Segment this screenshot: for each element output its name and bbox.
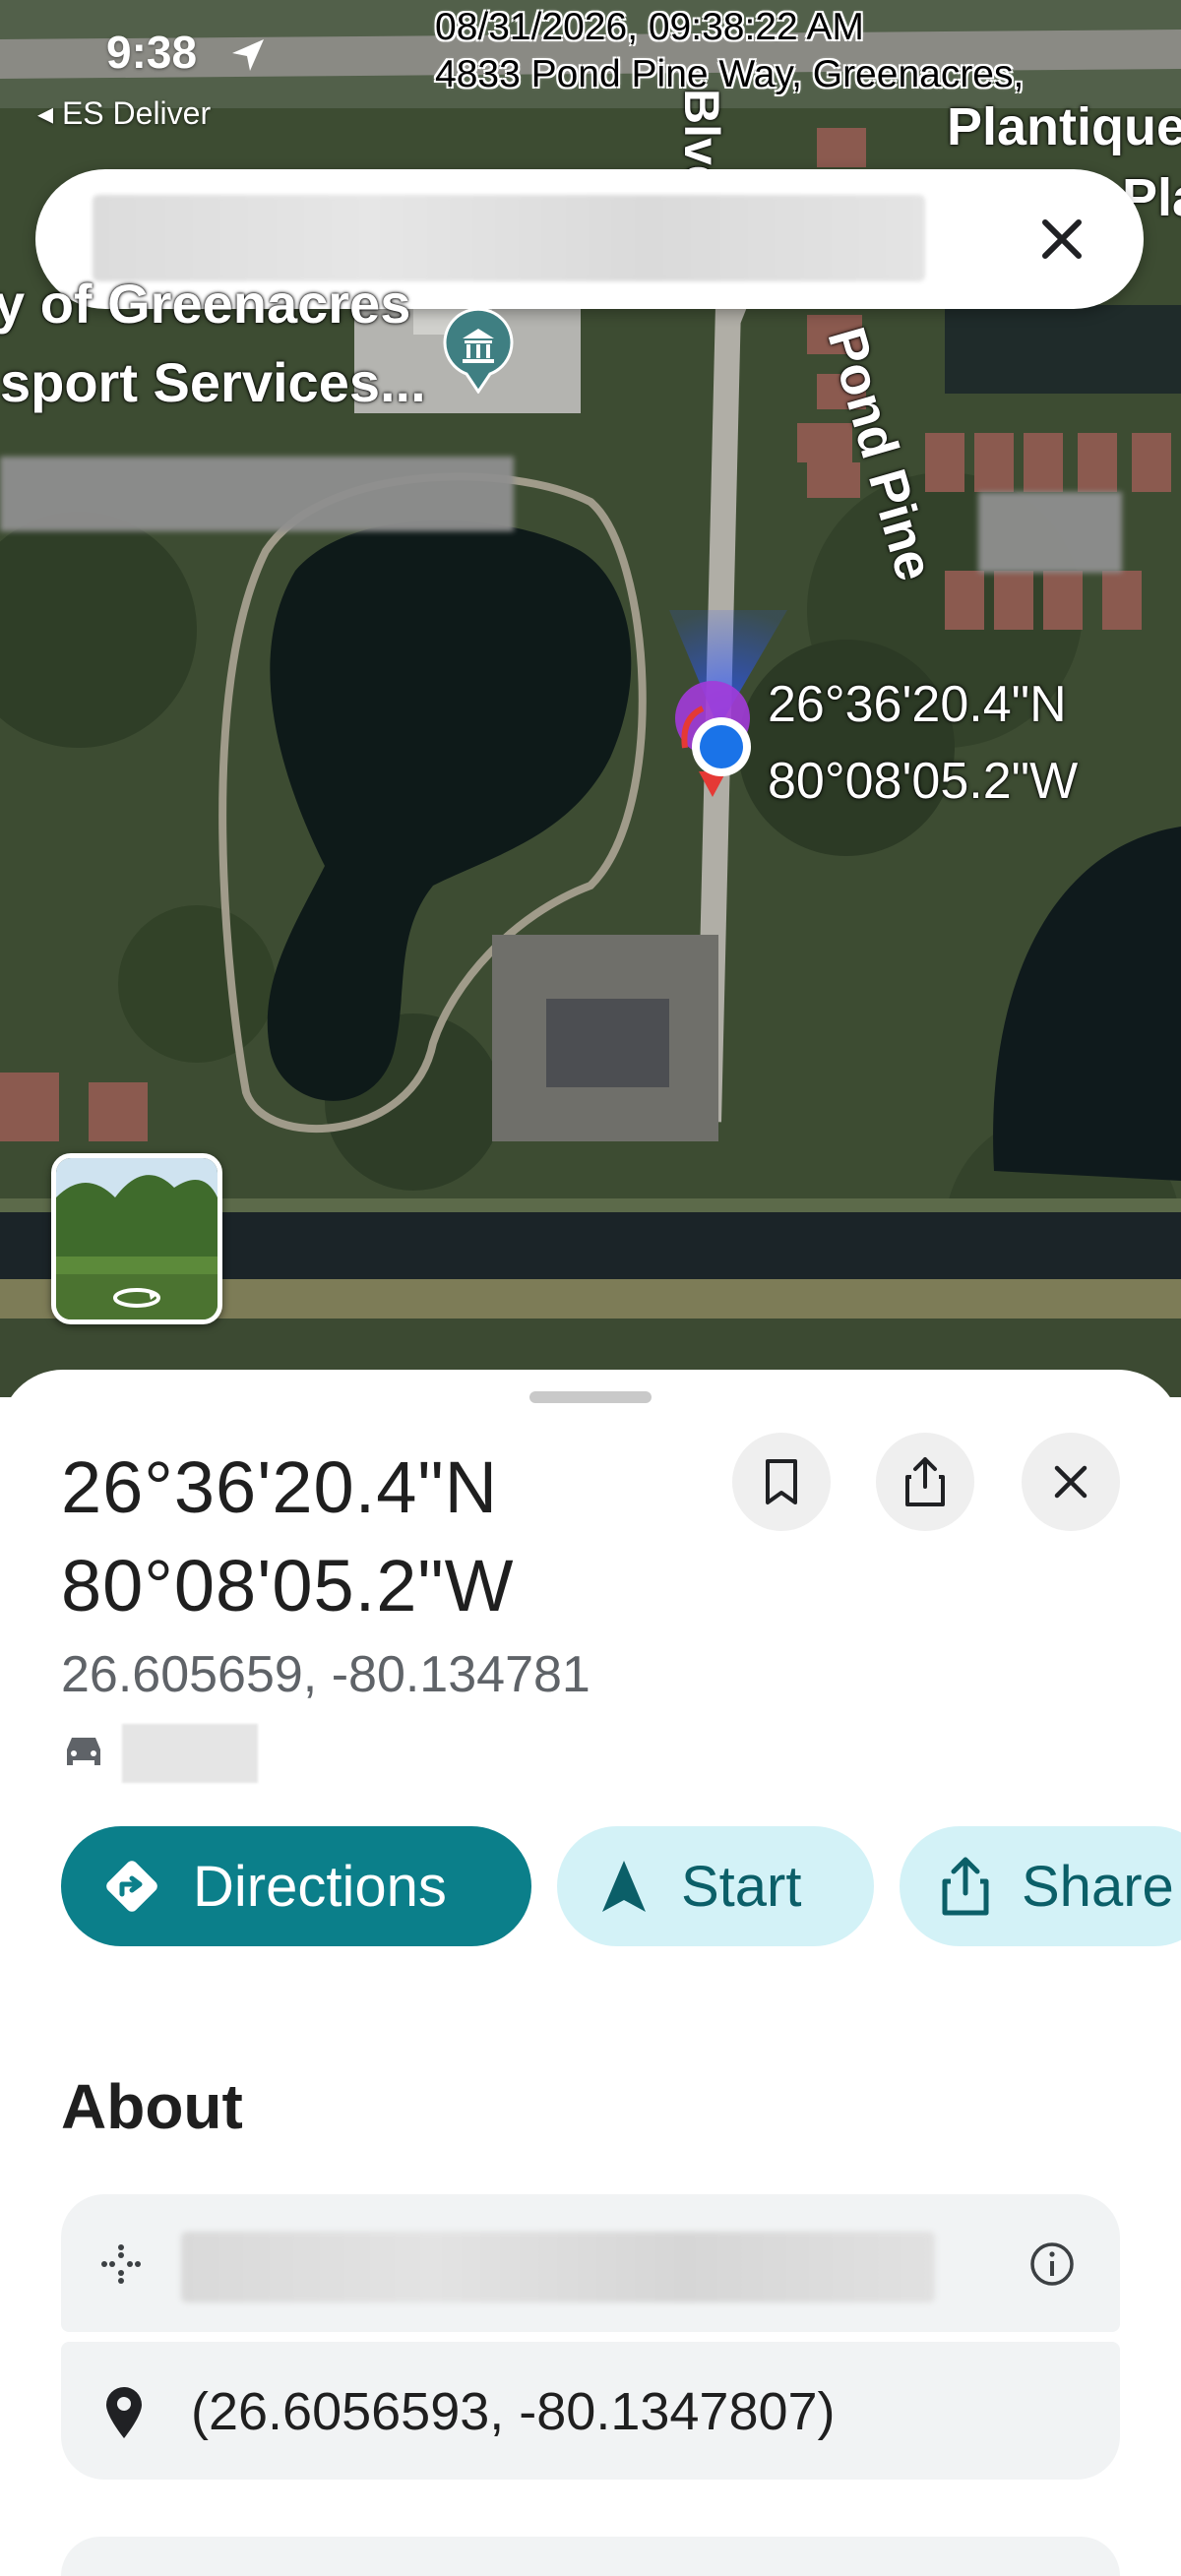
current-location-dot [692,717,751,776]
stamp-datetime: 08/31/2026, 09:38:22 AM [435,6,864,48]
search-query-redacted [93,195,925,281]
map-label-plantique: Plantique [947,97,1181,156]
street-view-thumbnail[interactable] [51,1153,222,1324]
info-icon[interactable] [1027,2239,1077,2289]
start-button[interactable]: Start [557,1826,874,1946]
redacted-map-label [0,457,514,531]
location-arrow-icon [232,39,264,71]
share-icon [905,1457,945,1506]
share-action-icon [939,1856,992,1917]
car-icon [67,1738,100,1765]
place-title: 26°36'20.4"N 80°08'05.2"W [61,1439,514,1635]
back-to-app-link[interactable]: ◂ ES Deliver [37,94,211,132]
government-building-icon[interactable] [441,309,516,394]
share-button[interactable]: Share [900,1826,1181,1946]
redacted-street-label [978,492,1122,573]
plus-code-row[interactable] [61,2194,1120,2332]
map-place-label-line2: sport Services... [0,351,426,413]
place-details-sheet[interactable]: 26°36'20.4"N 80°08'05.2"W 26.605659, -80… [0,1370,1181,2576]
drive-time-redacted [122,1724,258,1783]
share-label: Share [1022,1854,1174,1919]
plus-code-redacted [181,2232,935,2302]
pin-lon-label: 80°08'05.2"W [768,753,1079,810]
directions-button[interactable]: Directions [61,1826,531,1946]
photo-timestamp-overlay: 08/31/2026, 09:38:22 AM 4833 Pond Pine W… [435,4,1024,98]
close-sheet-button[interactable] [1022,1433,1120,1531]
about-heading: About [61,2071,243,2142]
satellite-map[interactable]: 9:38 ◂ ES Deliver 08/31/2026, 09:38:22 A… [0,0,1181,1397]
sheet-drag-handle[interactable] [529,1391,652,1403]
location-pin-icon [106,2387,142,2438]
plus-code-icon [101,2244,141,2284]
bookmark-icon [766,1459,797,1504]
map-place-label-line1: y of Greenacres [0,273,411,335]
decimal-coordinates: 26.605659, -80.134781 [61,1646,590,1703]
close-search-icon[interactable] [1031,209,1092,270]
title-longitude: 80°08'05.2"W [61,1545,515,1626]
coordinates-text: (26.6056593, -80.1347807) [191,2382,836,2441]
share-icon-button[interactable] [876,1433,974,1531]
start-label: Start [681,1854,802,1919]
directions-icon [100,1855,163,1918]
pin-lat-label: 26°36'20.4"N [768,676,1067,733]
close-icon [1054,1465,1088,1499]
status-time: 9:38 [106,27,198,78]
directions-label: Directions [193,1854,447,1919]
coordinates-row[interactable]: (26.6056593, -80.1347807) [61,2342,1120,2480]
navigation-arrow-icon [596,1857,652,1916]
title-latitude: 26°36'20.4"N [61,1446,499,1528]
rotate-360-icon [113,1288,160,1308]
save-button[interactable] [732,1433,831,1531]
next-info-card [61,2537,1120,2576]
